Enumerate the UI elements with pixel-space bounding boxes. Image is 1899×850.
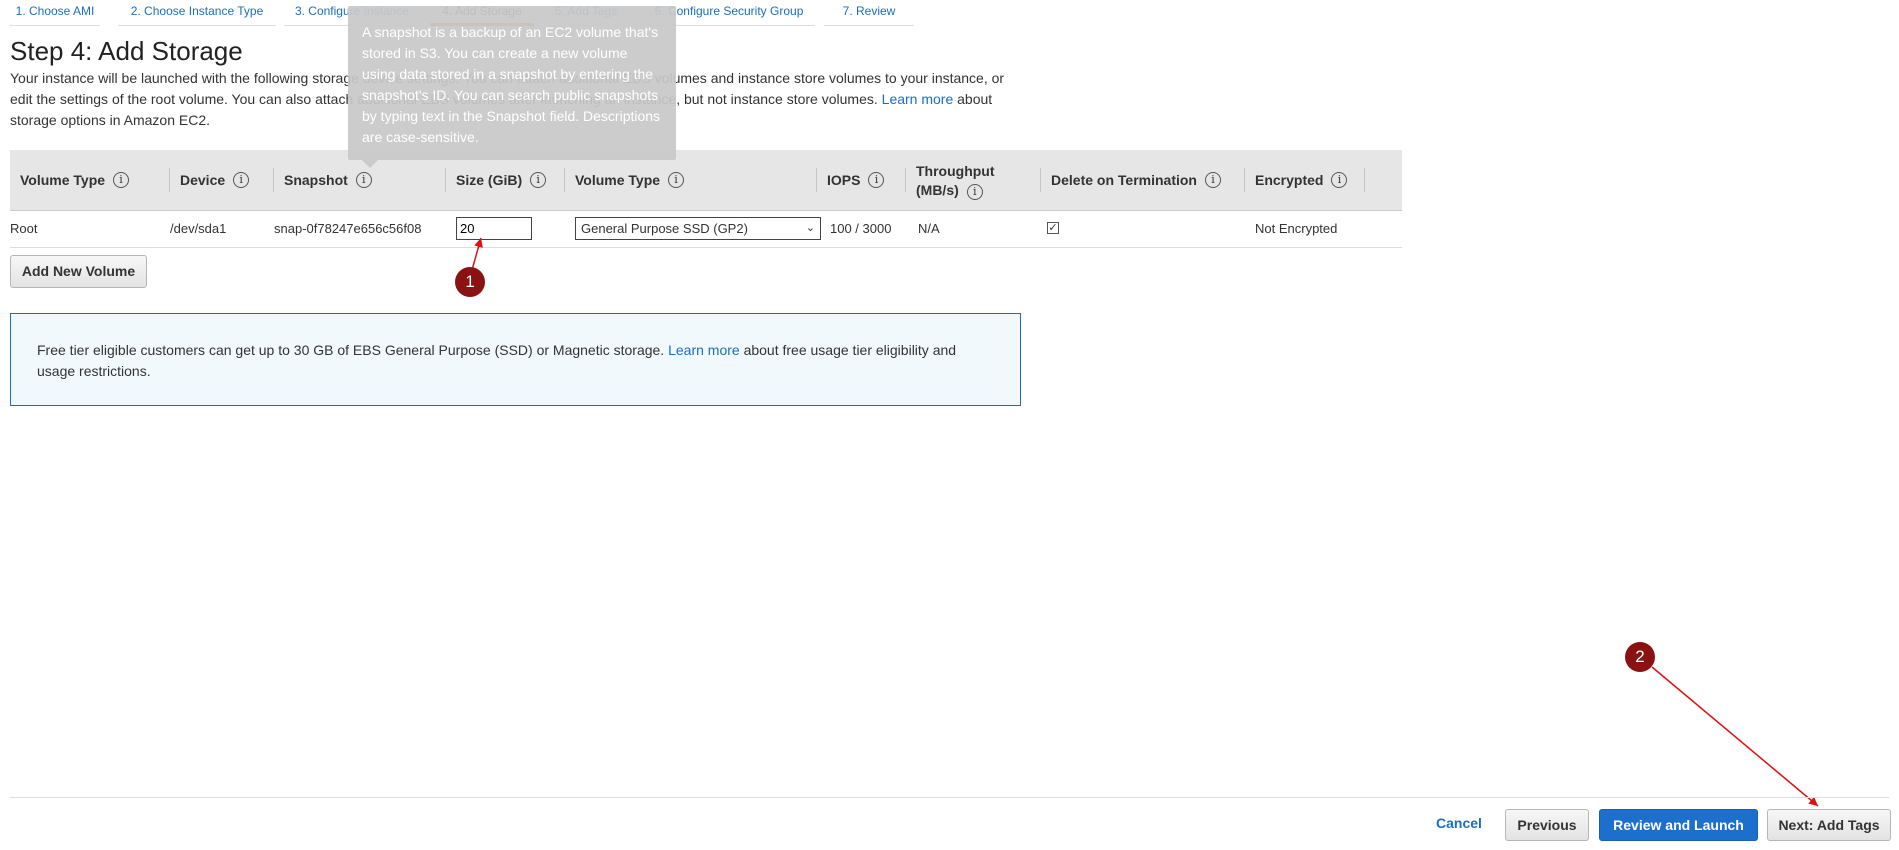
cancel-link[interactable]: Cancel	[1436, 815, 1482, 831]
annotation-marker-1: 1	[455, 267, 485, 297]
annotation-arrows	[471, 237, 1819, 807]
arrow-2	[1651, 666, 1819, 807]
next-add-tags-button[interactable]: Next: Add Tags	[1767, 809, 1891, 841]
annotation-marker-2: 2	[1625, 642, 1655, 672]
review-and-launch-button[interactable]: Review and Launch	[1599, 809, 1758, 841]
footer-divider	[10, 797, 1889, 798]
previous-button[interactable]: Previous	[1505, 809, 1589, 841]
arrow-1	[471, 237, 483, 271]
